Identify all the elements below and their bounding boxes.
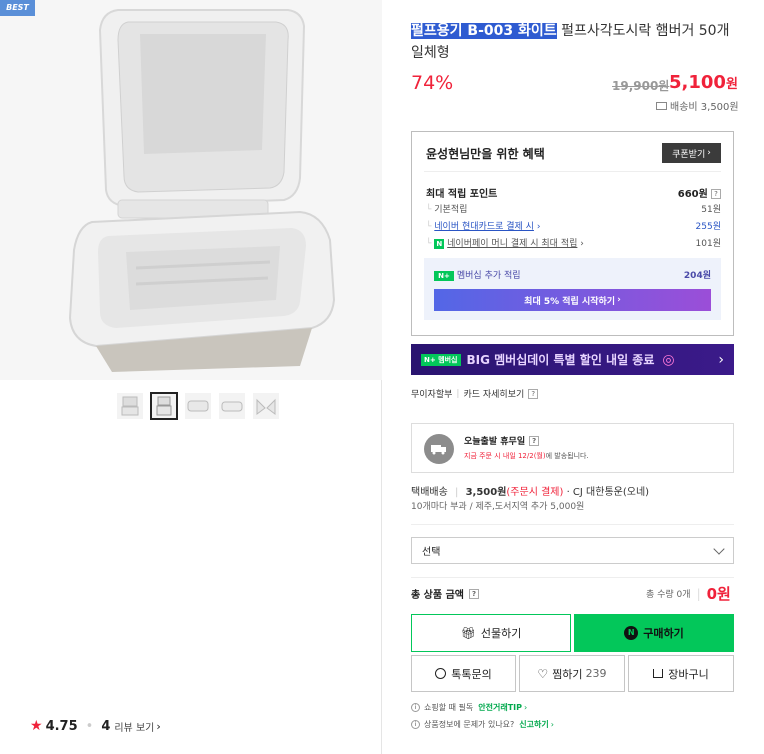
installment-row: 무이자할부 | 카드 자세히보기 ? [411,387,539,400]
thumbnail-2-selected[interactable] [150,392,178,420]
total-amount: 0원 [706,585,731,603]
benefits-box: 윤성현님만을 위한 혜택 쿠폰받기 › 최대 적립 포인트 660원 ? └ 기본… [411,131,734,336]
truck-icon [424,434,454,464]
delivery-title: 오늘출발 휴무일 [464,437,526,447]
talk-inquiry-button[interactable]: 톡톡문의 [411,655,516,692]
ring-icon: ◎ [662,351,675,368]
points-item-npay[interactable]: └ N 네이버페이 머니 결제 시 최대 적립 › 101원 [426,236,721,249]
thumbnail-list [116,392,280,420]
points-item-card[interactable]: └ 네이버 현대카드로 결제 시 › 255원 [426,219,721,232]
naver-pay-icon: N [624,626,639,640]
thumbnail-1[interactable] [116,392,144,420]
product-main-image[interactable] [0,0,382,380]
product-gallery: BEST ★ 4.75 • 4 리뷰 보기 › [0,0,382,754]
buy-button[interactable]: N 구매하기 [574,614,734,652]
max-points-row: 최대 적립 포인트 660원 ? [426,185,721,200]
membership-day-banner[interactable]: N+ 멤버십 BIG 멤버십데이 특별 할인 내일 종료 ◎ › [411,344,734,375]
naver-plus-icon: N+ [434,271,454,281]
cart-button[interactable]: 장바구니 [628,655,734,692]
shipping-method-row: 택배배송 | 3,500원(주문시 결제) · CJ 대한통운(오네) [411,487,650,498]
total-qty: 총 수량 0개 [646,590,691,600]
product-photo [0,0,382,380]
wish-button[interactable]: ♡ 찜하기 239 [519,655,625,692]
rating-score: 4.75 [45,718,78,734]
star-icon: ★ [30,718,43,734]
naver-n-icon: N [434,239,445,249]
review-count[interactable]: 4 [101,719,110,734]
gift-icon: 🎁︎ [460,626,476,640]
card-details-link[interactable]: 카드 자세히보기 [463,387,524,400]
delivery-box: 오늘출발 휴무일 ? 지금 주문 시 내일 12/2(월)에 발송됩니다. [411,423,734,473]
thumbnail-3[interactable] [184,392,212,420]
chat-icon [435,668,447,679]
gift-button[interactable]: 🎁︎ 선물하기 [411,614,571,652]
coupon-button[interactable]: 쿠폰받기 › [662,143,721,163]
chevron-right-icon: › [707,148,711,158]
points-item-basic: └ 기본적립 51원 [426,205,721,215]
help-icon[interactable]: ? [468,588,479,599]
sale-price: 5,100원 [669,72,738,93]
chevron-right-icon: › [718,351,724,368]
best-badge: BEST [0,0,35,16]
shipping-extra-note: 10개마다 부과 / 제주,도서지역 추가 5,000원 [411,502,585,512]
product-title: 펄프용기 B-003 화이트 펄프사각도시락 햄버거 50개 일체형 [411,20,741,64]
shipping-fee: 배송비 3,500원 [656,98,739,113]
separator-dot: • [85,718,94,734]
thumbnail-5[interactable] [252,392,280,420]
delivery-notice: 지금 주문 시 내일 12/2(월) [464,452,546,460]
membership-start-button[interactable]: 최대 5% 적립 시작하기 › [434,289,711,311]
truck-icon [656,101,667,110]
review-link[interactable]: 리뷰 보기 [114,719,154,734]
option-select[interactable]: 선택 [411,537,734,564]
info-icon: i [411,703,420,712]
benefits-heading: 윤성현님만을 위한 혜택 [426,147,545,161]
safety-tip-link[interactable]: 안전거래TIP [478,702,522,713]
discount-rate: 74% [411,72,454,94]
cart-icon [653,669,664,678]
report-link[interactable]: 신고하기 [519,719,548,730]
chevron-right-icon: › [156,719,161,733]
report-row: i 상품정보에 문제가 있나요? 신고하기 › [411,719,554,730]
total-label: 총 상품 금액 ? [411,586,479,601]
heart-icon: ♡ [537,666,549,681]
help-icon[interactable]: ? [528,388,539,399]
rating-summary: ★ 4.75 • 4 리뷰 보기 › [30,718,161,734]
help-icon[interactable]: ? [711,189,721,199]
info-icon: i [411,720,420,729]
chevron-down-icon [713,542,725,555]
safety-tip-row: i 쇼핑할 때 필독 안전거래TIP › [411,702,527,713]
title-highlight: 펄프용기 B-003 화이트 [411,23,557,39]
thumbnail-4[interactable] [218,392,246,420]
chevron-right-icon: › [617,295,621,305]
original-price: 19,900원 [612,79,670,93]
help-icon[interactable]: ? [529,435,540,446]
naver-plus-icon: N+ 멤버십 [421,353,461,366]
total-summary: 총 수량 0개 | 0원 [646,585,731,603]
membership-panel: N+ 멤버십 추가 적립 204원 최대 5% 적립 시작하기 › [424,258,721,320]
